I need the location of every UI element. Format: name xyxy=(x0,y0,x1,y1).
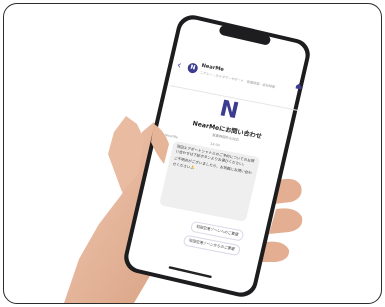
app-subtitle: ニアミー・カスタマーサポート 営業時間・返信時間 xyxy=(199,70,276,90)
brand-logo: N xyxy=(217,96,242,125)
message-sender: NearMe xyxy=(164,133,179,140)
image-frame: ‹ N NearMe ニアミー・カスタマーサポート 営業時間・返信時間 N Ne… xyxy=(3,3,382,304)
avatar: N xyxy=(186,62,199,74)
home-icon[interactable] xyxy=(295,82,303,90)
back-arrow-icon[interactable]: ‹ xyxy=(176,58,183,72)
message-time: 14:00 xyxy=(209,141,221,148)
message-bubble: 羽田エアポートシャトルのご予約についてのお問い合わせは下記ボタンよりお選びくださ… xyxy=(159,140,261,222)
